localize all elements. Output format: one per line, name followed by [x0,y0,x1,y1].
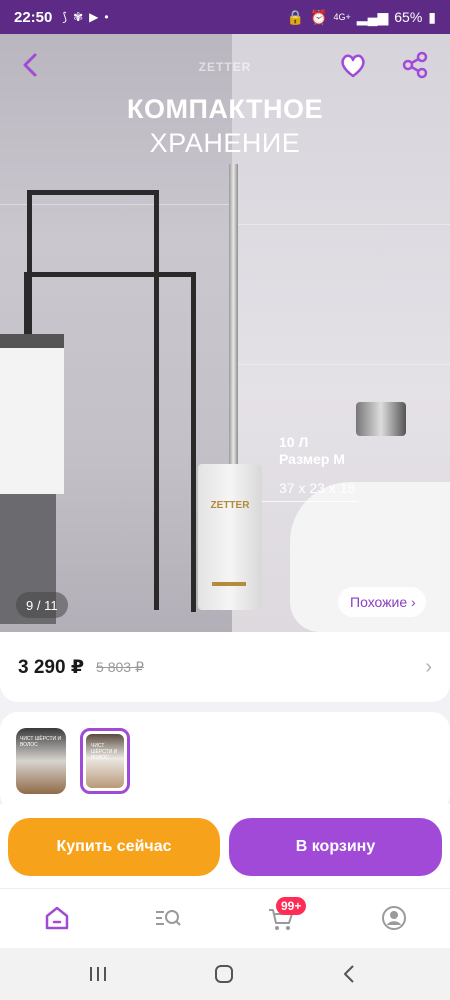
network-label: 4G+ [333,12,351,22]
tile-line [232,364,450,365]
buy-now-button[interactable]: Купить сейчас [8,818,220,876]
chevron-right-icon[interactable]: › [425,656,432,679]
alarm-icon: ⏰ [310,8,328,25]
favorite-button[interactable] [338,50,368,80]
similar-products-button[interactable]: Похожие › [338,587,426,617]
faucet [356,402,406,436]
old-price: 5 803 ₽ [96,658,144,675]
status-time: 22:50 [14,8,53,26]
back-system-button[interactable] [338,962,362,986]
home-icon [45,906,69,930]
catalog-search-icon [156,910,181,926]
bucket-stripe [212,582,246,586]
recent-apps-button[interactable] [86,962,110,986]
spec-volume: 10 Л [279,434,309,450]
purchase-actions: Купить сейчас В корзину [0,804,450,888]
current-price: 3 290 ₽ [18,656,85,678]
profile-icon [382,906,406,930]
spec-size: Размер М [279,451,345,467]
spec-divider [262,501,358,502]
mop-bucket: ZETTER [198,464,262,610]
system-navigation-bar [0,948,450,1000]
pinwheel-icon: ✾ [73,10,84,24]
youtube-icon: ▶ [89,10,99,24]
cart-count-badge: 99+ [276,897,307,915]
nav-catalog[interactable] [153,903,183,933]
price-card[interactable]: 3 290 ₽ 5 803 ₽ › [0,632,450,702]
tile-line [232,224,450,225]
dot-icon: • [104,10,109,24]
share-icon [402,51,428,79]
sink-cabinet [0,334,64,494]
variant-thumbnail-selected[interactable]: ЧИСТ ШЁРСТИ И ВОЛОС [80,728,130,794]
activity-icon: ⟆ [62,10,68,24]
heart-icon [341,54,365,78]
nav-home[interactable] [42,903,72,933]
bottom-navigation: 99+ [0,888,450,948]
home-system-button[interactable] [212,962,236,986]
product-image-carousel[interactable]: ZETTER ZETTER КОМПАКТНОЕ ХРАНЕНИЕ 10 Л Р… [0,34,450,632]
nav-profile[interactable] [379,903,409,933]
recent-apps-icon [90,967,106,981]
status-bar: 22:50 ⟆ ✾ ▶ • 🔒 ⏰ 4G+ ▂▄▆ 65% ▮ [0,0,450,34]
home-square-icon [215,965,233,983]
thumbnail-caption: ЧИСТ ШЁРСТИ И ВОЛОС [91,743,118,761]
mop-handle [229,164,238,464]
battery-icon: ▮ [428,8,436,25]
back-chevron-icon [344,965,354,983]
add-to-cart-button[interactable]: В корзину [229,818,442,876]
hero-headline-bold: КОМПАКТНОЕ [126,94,324,124]
back-button[interactable] [16,50,46,80]
notification-icons: ⟆ ✾ ▶ • [62,10,108,24]
signal-icon: ▂▄▆ [356,8,389,25]
spec-dimensions: 37 x 23 x 18 [279,480,356,496]
lock-icon: 🔒 [286,8,305,25]
variant-thumbnails: ЧИСТ ШЁРСТИ И ВОЛОС ЧИСТ ШЁРСТИ И ВОЛОС [0,712,450,812]
bucket-brand: ZETTER [210,500,250,511]
thumbnail-caption: ЧИСТ ШЁРСТИ И ВОЛОС [20,736,62,748]
back-arrow-icon [23,53,37,77]
share-button[interactable] [400,50,430,80]
image-counter: 9 / 11 [16,592,68,618]
variant-thumbnail[interactable]: ЧИСТ ШЁРСТИ И ВОЛОС [16,728,66,794]
battery-level: 65% [394,9,423,25]
hero-headline-regular: ХРАНЕНИЕ [149,128,301,158]
spec-volume-size: 10 Л Размер М [279,434,345,468]
brand-watermark: ZETTER [198,60,252,74]
